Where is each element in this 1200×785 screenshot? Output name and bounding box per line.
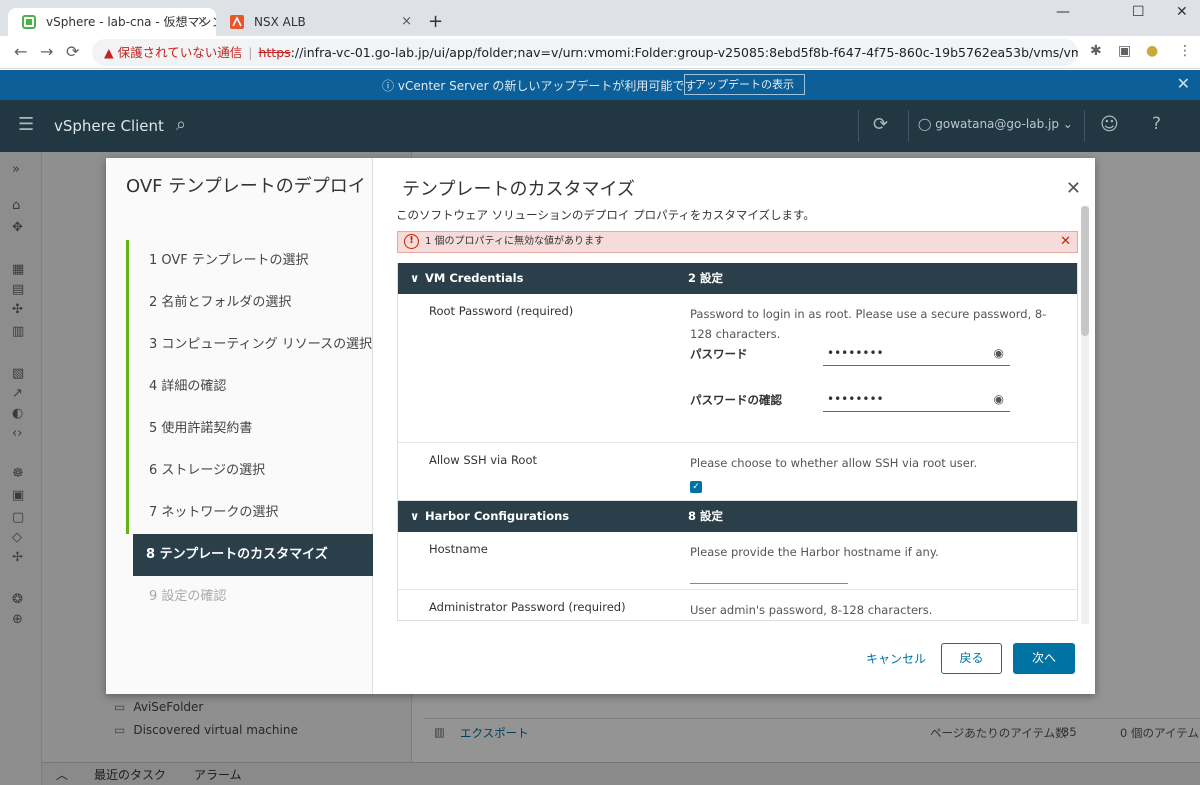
refresh-icon[interactable]: ⟳ <box>873 114 888 135</box>
wizard-main-panel: テンプレートのカスタマイズ ✕ このソフトウェア ソリューションのデプロイ プロ… <box>374 158 1095 694</box>
update-notice-bar: ⓘ vCenter Server の新しいアップデートが利用可能です アップデー… <box>0 70 1200 100</box>
password-confirm-label: パスワードの確認 <box>690 393 782 407</box>
nsx-alb-favicon-icon <box>230 15 244 29</box>
validation-alert: ! 1 個のプロパティに無効な値があります ✕ <box>397 231 1078 253</box>
scrollbar-thumb[interactable] <box>1081 206 1089 336</box>
app-header: ☰ vSphere Client ⌕ ⟳ ◯ gowatana@go-lab.j… <box>0 100 1200 152</box>
password-field[interactable]: •••••••• ◉ <box>823 344 1010 366</box>
search-icon[interactable]: ⌕ <box>176 114 186 135</box>
page-title: テンプレートのカスタマイズ <box>402 179 635 200</box>
property-label: Hostname <box>429 542 488 556</box>
profile-avatar-icon[interactable]: ● <box>1146 43 1158 59</box>
user-menu[interactable]: ◯ gowatana@go-lab.jp ⌄ <box>918 117 1073 131</box>
close-window-icon[interactable]: ✕ <box>1176 4 1188 20</box>
property-description: Please choose to whether allow SSH via r… <box>690 456 978 470</box>
password-label: パスワード <box>690 347 748 361</box>
property-label: Root Password (required) <box>429 304 574 318</box>
browser-tab-title: vSphere - lab-cna - 仮想マシン フォ <box>46 15 216 29</box>
user-name: gowatana@go-lab.jp ⌄ <box>935 117 1073 131</box>
close-dialog-icon[interactable]: ✕ <box>1066 178 1081 199</box>
wizard-step[interactable]: 4 詳細の確認 <box>126 366 373 408</box>
property-description: Password to login in as root. Please use… <box>690 307 1047 341</box>
browser-tab-title: NSX ALB <box>254 15 306 29</box>
show-password-eye-icon[interactable]: ◉ <box>994 390 1004 408</box>
password-confirm-value: •••••••• <box>827 392 884 406</box>
dialog-footer: キャンセル 戻る 次へ <box>374 642 1095 682</box>
browser-tabstrip: vSphere - lab-cna - 仮想マシン フォ × NSX ALB ×… <box>0 0 1200 36</box>
property-label: Allow SSH via Root <box>429 453 538 467</box>
wizard-step[interactable]: 1 OVF テンプレートの選択 <box>126 240 373 282</box>
property-row-admin-password: Administrator Password (required) User a… <box>398 590 1077 620</box>
url-scheme: https <box>258 45 291 60</box>
back-icon[interactable]: ← <box>14 42 27 61</box>
close-tab-icon[interactable]: × <box>197 8 208 36</box>
properties-scroll-area[interactable]: ∨ VM Credentials 2 設定 Root Password (req… <box>397 263 1078 621</box>
wizard-step-pending: 9 設定の確認 <box>149 589 227 604</box>
update-notice-text: vCenter Server の新しいアップデートが利用可能です <box>397 79 697 93</box>
wizard-title: OVF テンプレートのデプロイ <box>126 176 366 197</box>
property-row-root-password: Root Password (required) Password to log… <box>398 294 1077 443</box>
help-icon[interactable]: ? <box>1152 114 1161 134</box>
scrollbar[interactable] <box>1081 206 1089 624</box>
page-subtitle: このソフトウェア ソリューションのデプロイ プロパティをカスタマイズします。 <box>396 208 815 222</box>
property-label: Administrator Password (required) <box>429 600 626 614</box>
property-description: Please provide the Harbor hostname if an… <box>690 545 939 559</box>
extensions-icon[interactable]: ✱ <box>1090 43 1102 59</box>
property-row-allow-ssh: Allow SSH via Root Please choose to whet… <box>398 443 1077 501</box>
view-update-button[interactable]: アップデートの表示 <box>684 74 805 95</box>
chevron-down-icon: ∨ <box>410 509 420 523</box>
maximize-window-icon[interactable]: ☐ <box>1132 4 1145 20</box>
section-count: 2 設定 <box>688 271 724 285</box>
reload-icon[interactable]: ⟳ <box>66 42 79 61</box>
property-row-hostname: Hostname Please provide the Harbor hostn… <box>398 532 1077 590</box>
show-password-eye-icon[interactable]: ◉ <box>994 344 1004 362</box>
property-description: User admin's password, 8-128 characters. <box>690 603 933 617</box>
minimize-window-icon[interactable]: — <box>1056 4 1070 20</box>
wizard-steps: 1 OVF テンプレートの選択 2 名前とフォルダの選択 3 コンピューティング… <box>126 240 373 618</box>
browser-toolbar: ← → ⟳ ▲ 保護されていない通信 | https://infra-vc-01.g… <box>0 36 1200 69</box>
close-tab-icon[interactable]: × <box>401 8 412 36</box>
cancel-button[interactable]: キャンセル <box>866 650 926 667</box>
wizard-step-active[interactable]: 8 テンプレートのカスタマイズ <box>130 534 373 576</box>
chevron-down-icon: ∨ <box>410 271 420 285</box>
user-icon: ◯ <box>918 117 932 131</box>
wizard-step[interactable]: 2 名前とフォルダの選択 <box>126 282 373 324</box>
section-header-harbor[interactable]: ∨ Harbor Configurations 8 設定 <box>398 501 1077 532</box>
error-icon: ! <box>404 234 419 249</box>
section-name: VM Credentials <box>425 271 524 285</box>
browser-tab-nsx-alb[interactable]: NSX ALB × <box>216 8 420 36</box>
close-alert-icon[interactable]: ✕ <box>1060 232 1071 252</box>
new-tab-button[interactable]: + <box>428 11 443 32</box>
wizard-step[interactable]: 6 ストレージの選択 <box>126 450 373 492</box>
insecure-warning[interactable]: 保護されていない通信 <box>118 45 243 60</box>
wizard-step[interactable]: 5 使用許諾契約書 <box>126 408 373 450</box>
wizard-steps-panel: OVF テンプレートのデプロイ 1 OVF テンプレートの選択 2 名前とフォル… <box>106 158 373 694</box>
browser-menu-icon[interactable]: ⋮ <box>1178 43 1192 59</box>
password-confirm-field[interactable]: •••••••• ◉ <box>823 390 1010 412</box>
warning-icon: ▲ <box>104 45 114 60</box>
browser-tab-vsphere[interactable]: vSphere - lab-cna - 仮想マシン フォ × <box>8 8 216 36</box>
close-notice-icon[interactable]: ✕ <box>1177 74 1190 93</box>
vsphere-favicon-icon <box>22 15 36 29</box>
next-button[interactable]: 次へ <box>1013 643 1075 674</box>
feedback-smile-icon[interactable]: ☺ <box>1100 114 1119 135</box>
section-name: Harbor Configurations <box>425 509 570 523</box>
deploy-ovf-dialog: OVF テンプレートのデプロイ 1 OVF テンプレートの選択 2 名前とフォル… <box>106 158 1095 694</box>
forward-icon[interactable]: → <box>40 42 53 61</box>
wizard-step[interactable]: 7 ネットワークの選択 <box>126 492 373 534</box>
alert-text: 1 個のプロパティに無効な値があります <box>425 236 604 247</box>
hamburger-menu-icon[interactable]: ☰ <box>18 114 34 135</box>
back-button[interactable]: 戻る <box>941 643 1002 674</box>
password-value: •••••••• <box>827 346 884 360</box>
allow-ssh-checkbox[interactable]: ✓ <box>690 481 702 493</box>
url-path: ://infra-vc-01.go-lab.jp/ui/app/folder;n… <box>290 45 1078 60</box>
address-bar[interactable]: ▲ 保護されていない通信 | https://infra-vc-01.go-lab.… <box>92 39 1078 66</box>
section-count: 8 設定 <box>688 509 724 523</box>
section-header-vm-credentials[interactable]: ∨ VM Credentials 2 設定 <box>398 263 1077 294</box>
hostname-input[interactable] <box>690 572 848 584</box>
info-icon: ⓘ <box>382 79 395 93</box>
wizard-step[interactable]: 3 コンピューティング リソースの選択 <box>126 324 373 366</box>
sidebar-icon[interactable]: ▣ <box>1118 43 1131 59</box>
app-brand: vSphere Client <box>54 117 164 135</box>
